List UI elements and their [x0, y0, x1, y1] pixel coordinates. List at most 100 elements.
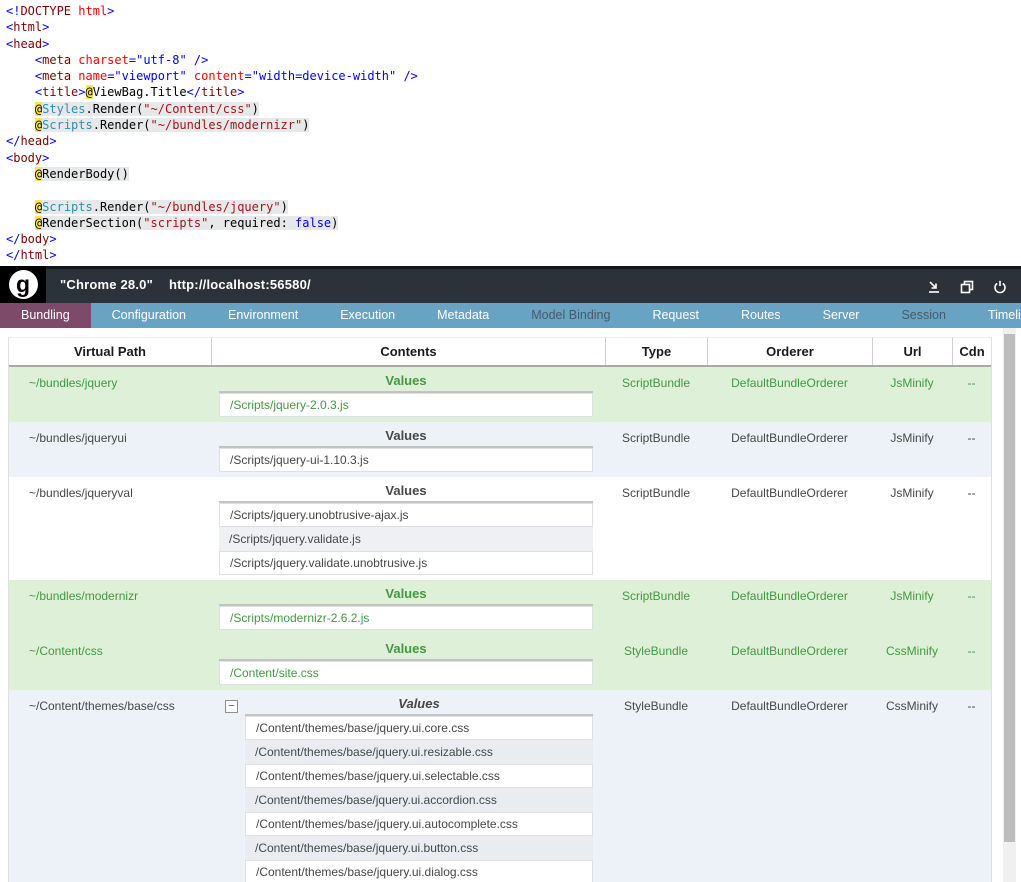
bundle-value: /Content/themes/base/jquery.ui.resizable… [245, 740, 593, 764]
code-line: </html> [6, 247, 418, 263]
column-header-url: Url [872, 338, 952, 365]
tab-environment[interactable]: Environment [207, 303, 319, 328]
cdn-cell: -- [967, 486, 976, 500]
tab-metadata[interactable]: Metadata [416, 303, 510, 328]
bundle-row--bundles-jqueryui: ~/bundles/jqueryui Values/Scripts/jquery-… [9, 422, 991, 477]
code-token: > [78, 85, 86, 100]
code-token: head [20, 134, 50, 149]
dock-bottom-icon[interactable] [925, 278, 943, 296]
code-token: Styles [42, 101, 86, 116]
code-token: "scripts" [143, 215, 209, 230]
bundle-value: /Scripts/jquery.validate.unobtrusive.js [219, 551, 593, 575]
request-url: http://localhost:56580/ [168, 277, 311, 292]
orderer-cell: DefaultBundleOrderer [731, 376, 848, 390]
bundle-row--content-themes-base-css: ~/Content/themes/base/css − Values/Content… [9, 690, 991, 882]
values-header: Values [219, 373, 593, 393]
code-token: </ [6, 134, 21, 149]
request-title: "Chrome 28.0" http://localhost:56580/ [60, 277, 311, 292]
code-token: /> [193, 52, 209, 67]
tab-session[interactable]: Session [880, 303, 966, 328]
code-token: meta [42, 52, 72, 67]
bundle-value: /Content/site.css [219, 661, 593, 685]
table-header-row: Virtual Path Contents Type Orderer Url Cdn [9, 338, 991, 367]
contents-cell: Values/Scripts/jquery-ui-1.10.3.js [211, 428, 605, 472]
code-token: ) [302, 118, 310, 133]
type-cell: StyleBundle [623, 644, 689, 658]
virtual-path: ~/Content/css [29, 644, 103, 658]
virtual-path: ~/bundles/jqueryui [29, 431, 127, 445]
bundle-value: /Content/themes/base/jquery.ui.accordion… [245, 788, 593, 812]
glimpse-panel: g "Chrome 28.0" http://localhost:56580/ [0, 266, 1021, 882]
code-line: </body> [6, 231, 418, 247]
collapse-button[interactable]: − [225, 700, 238, 713]
tab-server[interactable]: Server [802, 303, 881, 328]
code-token: <! [6, 4, 21, 18]
power-icon[interactable] [991, 278, 1009, 296]
client-label: "Chrome 28.0" [60, 277, 153, 292]
code-token: Scripts [42, 118, 93, 133]
code-token: </ [6, 248, 21, 263]
column-header-type: Type [605, 338, 707, 365]
header-actions [925, 271, 1009, 303]
code-token: html [20, 248, 50, 263]
url-cell: JsMinify [890, 589, 934, 603]
code-token: = [128, 52, 137, 67]
glimpse-logo-letter: g [8, 270, 38, 299]
glimpse-logo: g [0, 266, 46, 303]
code-line: @Styles.Render("~/Content/css") [6, 101, 418, 117]
code-token: "viewport" [114, 69, 187, 84]
bundle-value: /Content/themes/base/jquery.ui.selectabl… [245, 764, 593, 788]
values-subtable: Values/Scripts/modernizr-2.6.2.js [219, 586, 593, 630]
cdn-cell: -- [967, 699, 976, 713]
bundle-row--bundles-jqueryval: ~/bundles/jqueryval Values/Scripts/jquery… [9, 477, 991, 580]
code-token: , required: [208, 215, 296, 230]
code-token: > [237, 85, 245, 100]
code-token: title [42, 85, 79, 100]
bundle-value: /Content/themes/base/jquery.ui.core.css [245, 716, 593, 740]
scrollbar-thumb[interactable] [1004, 334, 1015, 842]
code-token: ) [280, 199, 288, 214]
popout-icon[interactable] [958, 278, 976, 296]
tab-timeline[interactable]: Timeline [967, 303, 1021, 328]
type-cell: StyleBundle [623, 699, 689, 713]
code-token: "~/bundles/jquery" [150, 199, 281, 214]
code-line: @RenderBody() [6, 166, 418, 182]
code-token: .Render( [85, 101, 144, 116]
code-token: @ [85, 85, 93, 100]
code-line: <title>@ViewBag.Title</title> [6, 84, 418, 100]
virtual-path: ~/bundles/jqueryval [29, 486, 133, 500]
contents-cell: Values/Scripts/jquery.unobtrusive-ajax.j… [211, 483, 605, 575]
column-header-virtual-path: Virtual Path [73, 344, 146, 359]
values-header: Values [219, 483, 593, 503]
tab-bundling[interactable]: Bundling [0, 303, 91, 328]
code-line: @Scripts.Render("~/bundles/jquery") [6, 199, 418, 215]
values-subtable: Values/Content/site.css [219, 641, 593, 685]
values-subtable: Values/Scripts/jquery-2.0.3.js [219, 373, 593, 417]
values-header: Values [245, 696, 593, 716]
tab-request[interactable]: Request [631, 303, 720, 328]
code-token: RenderSection( [42, 215, 144, 230]
tab-execution[interactable]: Execution [319, 303, 416, 328]
scrollbar[interactable] [1003, 328, 1016, 882]
url-cell: JsMinify [890, 431, 934, 445]
type-cell: ScriptBundle [621, 431, 691, 445]
code-token: "width=device-width" [251, 69, 397, 84]
tab-routes[interactable]: Routes [720, 303, 802, 328]
code-line: </head> [6, 133, 418, 149]
bundle-row--bundles-modernizr: ~/bundles/modernizr Values/Scripts/modern… [9, 580, 991, 635]
code-line: <!DOCTYPE html> [6, 3, 418, 19]
contents-cell: Values/Scripts/modernizr-2.6.2.js [211, 586, 605, 630]
code-token: > [107, 4, 115, 18]
tab-configuration[interactable]: Configuration [91, 303, 207, 328]
tab-model-binding[interactable]: Model Binding [510, 303, 631, 328]
values-subtable: Values/Scripts/jquery-ui-1.10.3.js [219, 428, 593, 472]
code-token: .Render( [92, 118, 151, 133]
bundle-value: /Content/themes/base/jquery.ui.button.cs… [245, 836, 593, 860]
